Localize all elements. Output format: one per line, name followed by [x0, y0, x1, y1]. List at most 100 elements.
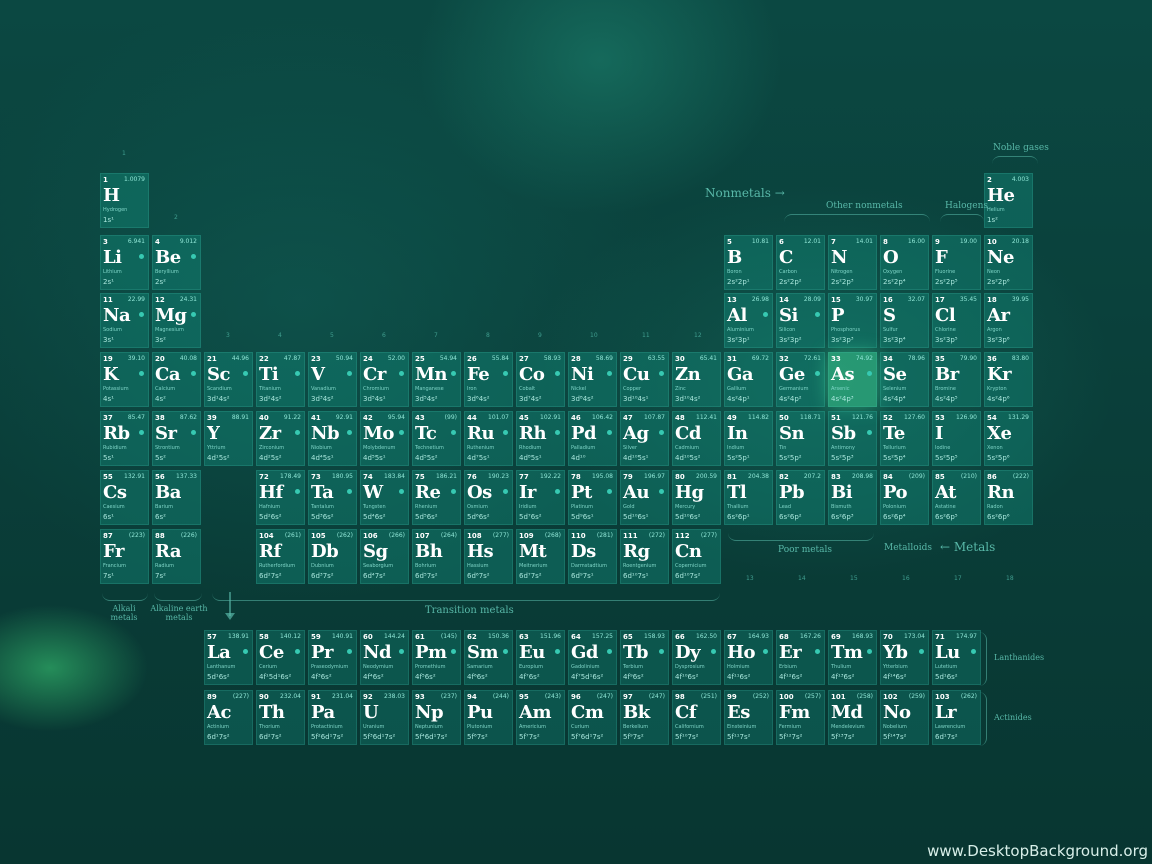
atomic-mass: (247): [596, 693, 613, 700]
atomic-number: 5: [727, 238, 732, 246]
electron-configuration: 5d³6s²: [311, 513, 334, 521]
element-tile-ta: 73 180.95 Ta Tantalum 5d³6s²: [308, 470, 357, 525]
label-actinides: Actinides: [994, 713, 1032, 722]
brace-poor-metals: [728, 532, 874, 541]
element-name: Copper: [623, 386, 642, 392]
element-name: Argon: [987, 327, 1002, 333]
element-name: Magnesium: [155, 327, 184, 333]
element-tile-b: 5 10.81 B Boron 2s²2p¹: [724, 235, 773, 290]
element-name: Iridium: [519, 504, 537, 510]
atomic-number: 95: [519, 693, 529, 701]
state-dot-icon: [451, 649, 456, 654]
atomic-number: 63: [519, 633, 529, 641]
element-symbol: Xe: [987, 423, 1012, 444]
atomic-mass: 24.31: [179, 296, 197, 303]
atomic-number: 51: [831, 414, 841, 422]
element-symbol: At: [935, 482, 956, 503]
atomic-number: 99: [727, 693, 737, 701]
element-symbol: Ar: [987, 305, 1010, 326]
element-tile-c: 6 12.01 C Carbon 2s²2p²: [776, 235, 825, 290]
element-symbol: Kr: [987, 364, 1012, 385]
atomic-number: 29: [623, 355, 633, 363]
element-name: Protactinium: [311, 724, 343, 730]
atomic-number: 85: [935, 473, 945, 481]
element-name: Arsenic: [831, 386, 850, 392]
atomic-mass: 127.60: [904, 414, 925, 421]
electron-configuration: 4s²4p³: [831, 395, 854, 403]
element-tile-os: 76 190.23 Os Osmium 5d⁶6s²: [464, 470, 513, 525]
element-tile-p: 15 30.97 P Phosphorus 3s²3p³: [828, 293, 877, 348]
electron-configuration: 4f¹⁰6s²: [675, 673, 699, 681]
atomic-number: 103: [935, 693, 950, 701]
state-dot-icon: [503, 430, 508, 435]
element-symbol: Al: [727, 305, 747, 326]
atomic-mass: (209): [908, 473, 925, 480]
electron-configuration: 6d²7s²: [259, 733, 282, 741]
electron-configuration: 3s²3p²: [779, 336, 802, 344]
atomic-number: 22: [259, 355, 269, 363]
element-tile-o: 8 16.00 O Oxygen 2s²2p⁴: [880, 235, 929, 290]
element-symbol: Rf: [259, 541, 281, 562]
element-tile-bi: 83 208.98 Bi Bismuth 6s²6p³: [828, 470, 877, 525]
electron-configuration: 4d¹5s²: [207, 454, 230, 462]
element-symbol: Cr: [363, 364, 386, 385]
electron-configuration: 5s²5p³: [831, 454, 854, 462]
atomic-mass: 50.94: [335, 355, 353, 362]
element-name: Yttrium: [207, 445, 226, 451]
electron-configuration: 1s²: [987, 216, 998, 224]
element-tile-rh: 45 102.91 Rh Rhodium 4d⁸5s¹: [516, 411, 565, 466]
atomic-number: 21: [207, 355, 217, 363]
atomic-mass: 238.03: [384, 693, 405, 700]
electron-configuration: 5f²6d¹7s²: [311, 733, 344, 741]
atomic-number: 86: [987, 473, 997, 481]
atomic-mass: 158.93: [644, 633, 665, 640]
element-symbol: F: [935, 247, 948, 268]
element-name: Manganese: [415, 386, 444, 392]
element-tile-lr: 103 (262) Lr Lawrencium 6d¹7s²: [932, 690, 981, 745]
atomic-number: 8: [883, 238, 888, 246]
atomic-mass: 101.07: [488, 414, 509, 421]
electron-configuration: 6s²6p¹: [727, 513, 750, 521]
electron-configuration: 2s²2p³: [831, 278, 854, 286]
atomic-number: 26: [467, 355, 477, 363]
electron-configuration: 4s²4p¹: [727, 395, 750, 403]
electron-configuration: 2s¹: [103, 278, 114, 286]
element-name: Europium: [519, 664, 543, 670]
group-number: 7: [434, 332, 438, 339]
atomic-number: 73: [311, 473, 321, 481]
element-tile-w: 74 183.84 W Tungsten 5d⁴6s²: [360, 470, 409, 525]
state-dot-icon: [399, 489, 404, 494]
atomic-number: 38: [155, 414, 165, 422]
atomic-number: 6: [779, 238, 784, 246]
state-dot-icon: [139, 254, 144, 259]
element-symbol: Ce: [259, 642, 284, 663]
element-symbol: Ne: [987, 247, 1014, 268]
atomic-number: 7: [831, 238, 836, 246]
electron-configuration: 5s¹: [103, 454, 114, 462]
element-tile-ni: 28 58.69 Ni Nickel 3d⁸4s²: [568, 352, 617, 407]
element-symbol: Cs: [103, 482, 127, 503]
electron-configuration: 5d⁶6s²: [467, 513, 490, 521]
element-tile-ho: 67 164.93 Ho Holmium 4f¹¹6s²: [724, 630, 773, 685]
label-poor-metals: Poor metals: [778, 545, 833, 555]
atomic-mass: (277): [492, 532, 509, 539]
atomic-number: 32: [779, 355, 789, 363]
element-symbol: O: [883, 247, 899, 268]
electron-configuration: 6d¹⁰7s²: [675, 572, 701, 580]
element-symbol: N: [831, 247, 847, 268]
atomic-number: 12: [155, 296, 165, 304]
electron-configuration: 4d⁷5s¹: [467, 454, 490, 462]
element-symbol: Pu: [467, 702, 493, 723]
element-name: Palladium: [571, 445, 596, 451]
atomic-number: 79: [623, 473, 633, 481]
element-name: Seaborgium: [363, 563, 394, 569]
element-symbol: Fe: [467, 364, 490, 385]
electron-configuration: 4d¹⁰: [571, 454, 586, 462]
atomic-number: 105: [311, 532, 326, 540]
element-tile-tl: 81 204.38 Tl Thallium 6s²6p¹: [724, 470, 773, 525]
atomic-mass: 87.62: [179, 414, 197, 421]
element-tile-hf: 72 178.49 Hf Hafnium 5d²6s²: [256, 470, 305, 525]
electron-configuration: 5f¹⁴7s²: [883, 733, 907, 741]
atomic-mass: 174.97: [956, 633, 977, 640]
element-name: Lutetium: [935, 664, 958, 670]
